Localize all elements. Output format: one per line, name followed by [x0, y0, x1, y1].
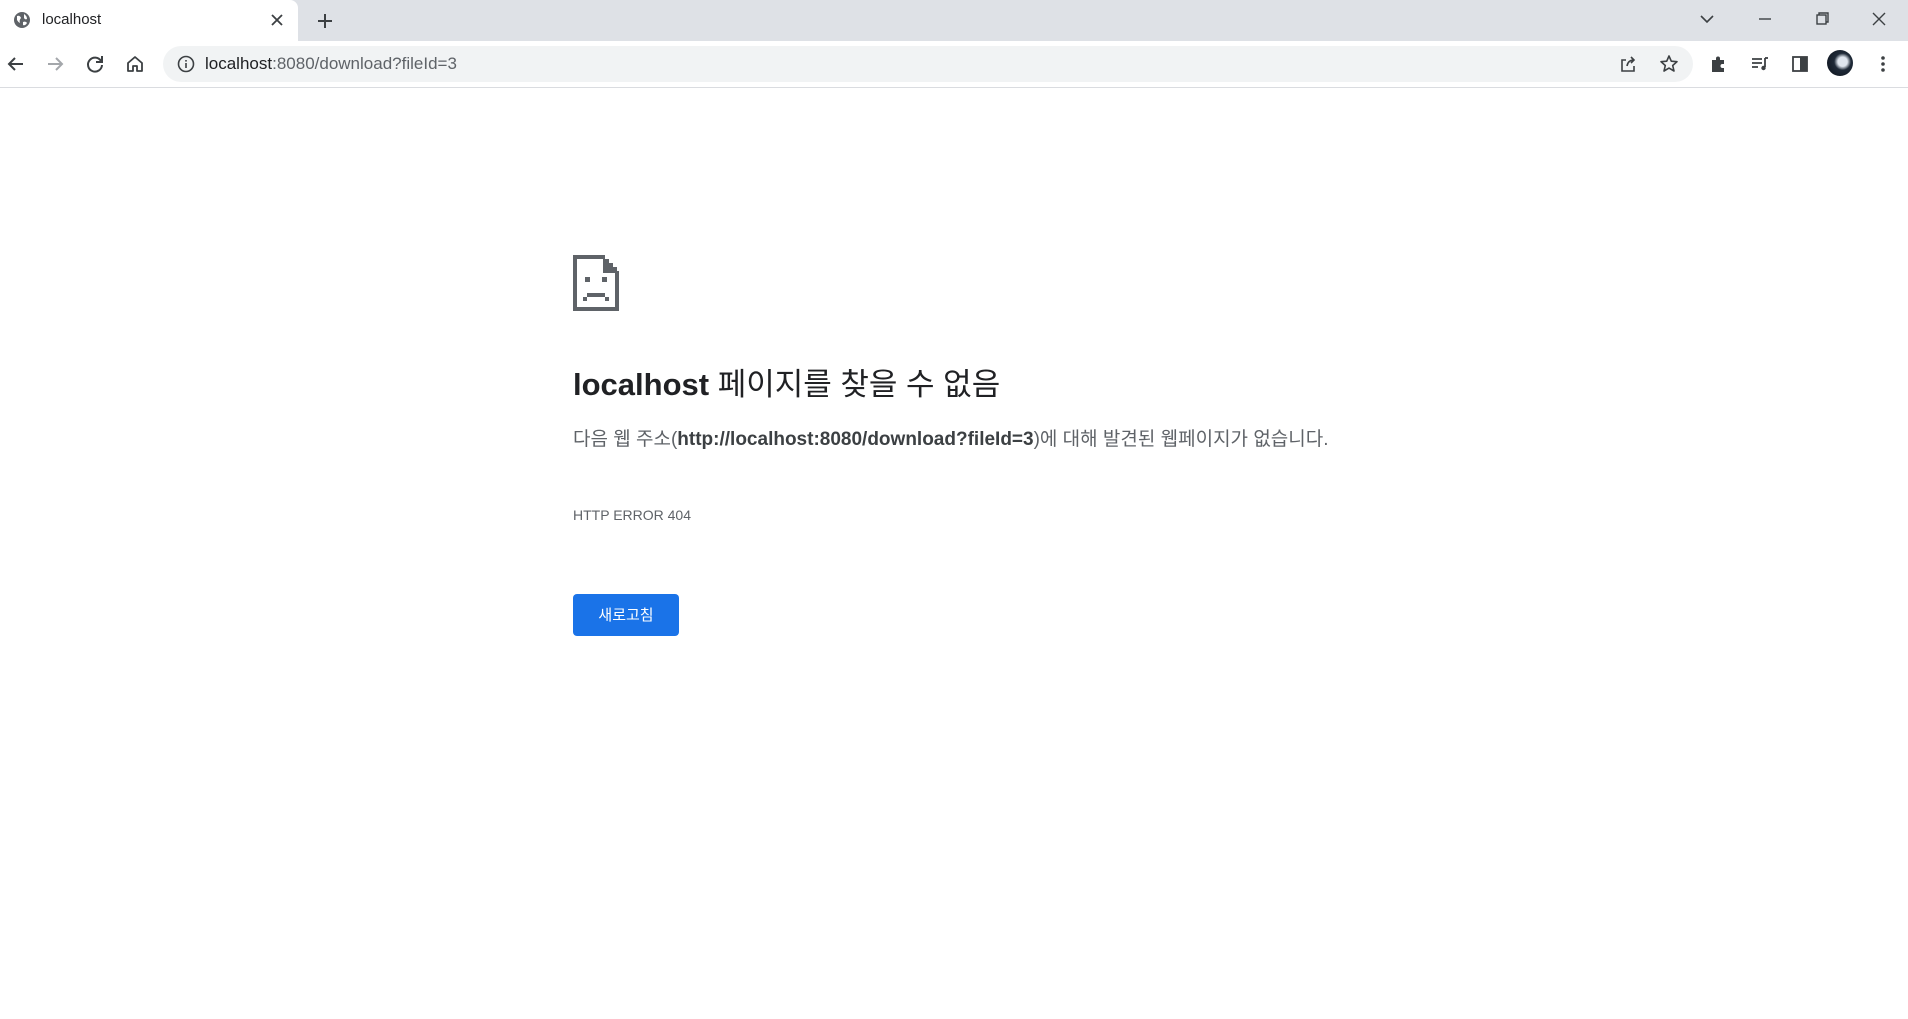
error-title-host: localhost	[573, 367, 710, 402]
reload-icon[interactable]	[82, 51, 108, 77]
tab-title: localhost	[42, 11, 102, 28]
profile-avatar[interactable]	[1827, 50, 1853, 76]
site-info-icon[interactable]	[177, 55, 195, 73]
url-text: localhost:8080/download?fileId=3	[205, 55, 457, 73]
side-panel-icon[interactable]	[1787, 51, 1813, 77]
tab-strip: localhost	[0, 0, 1908, 41]
minimize-icon[interactable]	[1752, 6, 1778, 32]
menu-icon[interactable]	[1870, 51, 1896, 77]
reading-list-icon[interactable]	[1747, 51, 1773, 77]
tab-search-icon[interactable]	[1694, 6, 1720, 32]
window-close-icon[interactable]	[1866, 6, 1892, 32]
error-code: HTTP ERROR 404	[573, 507, 691, 523]
home-icon[interactable]	[122, 51, 148, 77]
url-path: :8080/download?fileId=3	[272, 54, 457, 73]
sad-page-icon	[573, 255, 619, 311]
error-desc-before: 다음 웹 주소(	[573, 429, 678, 450]
error-desc-url: http://localhost:8080/download?fileId=3	[677, 429, 1034, 450]
address-bar[interactable]: localhost:8080/download?fileId=3	[163, 46, 1693, 82]
back-icon[interactable]	[3, 51, 29, 77]
new-tab-icon[interactable]	[313, 9, 337, 33]
browser-toolbar: localhost:8080/download?fileId=3	[0, 41, 1908, 88]
forward-icon[interactable]	[42, 51, 68, 77]
error-title: localhost 페이지를 찾을 수 없음	[573, 365, 1000, 405]
star-icon[interactable]	[1659, 54, 1679, 74]
error-desc-after: )에 대해 발견된 웹페이지가 없습니다.	[1033, 429, 1329, 450]
error-description: 다음 웹 주소(http://localhost:8080/download?f…	[573, 425, 1343, 454]
reload-button[interactable]: 새로고침	[573, 594, 679, 636]
browser-tab[interactable]: localhost	[0, 0, 298, 41]
extensions-icon[interactable]	[1706, 51, 1732, 77]
error-title-text: 페이지를 찾을 수 없음	[709, 367, 1001, 402]
url-host: localhost	[205, 54, 273, 73]
close-tab-icon[interactable]	[268, 11, 286, 29]
share-icon[interactable]	[1618, 54, 1638, 74]
globe-icon	[13, 11, 31, 29]
restore-icon[interactable]	[1809, 6, 1835, 32]
